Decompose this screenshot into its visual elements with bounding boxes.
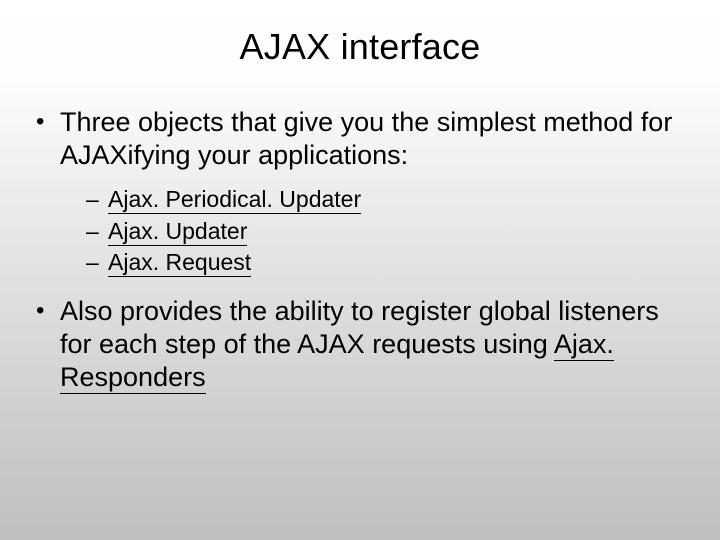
slide-title: AJAX interface bbox=[34, 26, 686, 68]
slide: AJAX interface Three objects that give y… bbox=[0, 0, 720, 540]
bullet-list: Three objects that give you the simplest… bbox=[34, 106, 686, 394]
sub-item: Ajax. Request bbox=[86, 247, 686, 279]
bullet-2: Also provides the ability to register gl… bbox=[34, 295, 686, 394]
sub-item: Ajax. Periodical. Updater bbox=[86, 184, 686, 216]
sub-list: Ajax. Periodical. Updater Ajax. Updater … bbox=[60, 184, 686, 279]
sub-item-text: Ajax. Request bbox=[108, 249, 251, 277]
bullet-1: Three objects that give you the simplest… bbox=[34, 106, 686, 279]
sub-item: Ajax. Updater bbox=[86, 216, 686, 248]
sub-item-text: Ajax. Updater bbox=[108, 218, 247, 246]
sub-item-text: Ajax. Periodical. Updater bbox=[108, 186, 361, 214]
bullet-1-text: Three objects that give you the simplest… bbox=[60, 107, 672, 170]
